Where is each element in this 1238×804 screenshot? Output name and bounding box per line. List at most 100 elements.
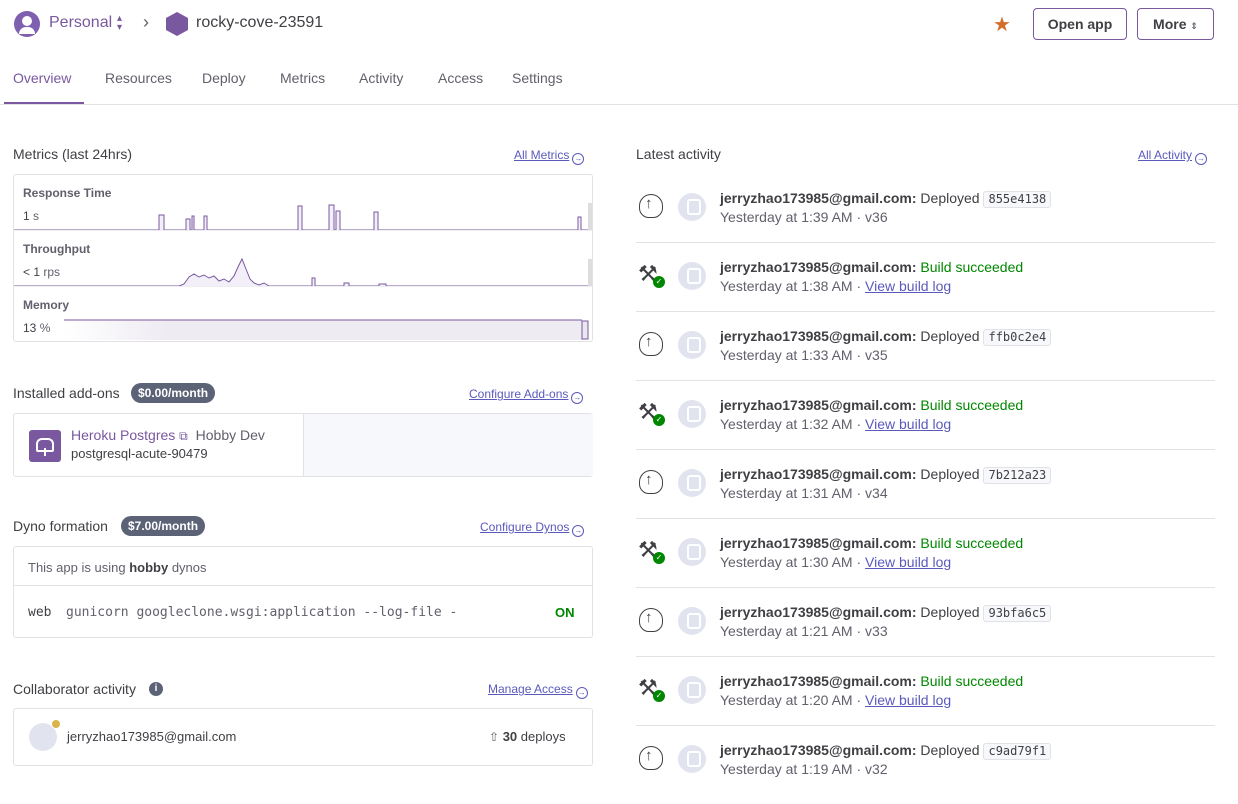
addons-price-badge: $0.00/month: [131, 383, 216, 403]
activity-user: jerryzhao173985@gmail.com:: [720, 673, 917, 689]
nav-tabs: Overview Resources Deploy Metrics Activi…: [0, 55, 1238, 105]
throughput-label: Throughput: [23, 242, 91, 256]
activity-time: Yesterday at 1:20 AM: [720, 692, 853, 708]
active-tab-indicator: [4, 102, 84, 104]
activity-time: Yesterday at 1:32 AM: [720, 416, 853, 432]
tab-settings[interactable]: Settings: [512, 70, 563, 86]
chevron-right-icon: ›: [143, 12, 149, 32]
addon-resource-name: postgresql-acute-90479: [71, 446, 208, 461]
activity-action: Deployed: [920, 604, 980, 620]
info-icon[interactable]: i: [149, 682, 163, 696]
activity-action: Deployed: [920, 742, 980, 758]
arrow-circle-right-icon: →: [1195, 153, 1208, 165]
collaborators-title: Collaborator activity: [13, 681, 136, 697]
activity-item: ⚒ ✓ jerryzhao173985@gmail.com: Build succe…: [636, 381, 1215, 450]
more-button[interactable]: More ⇕: [1137, 8, 1214, 40]
activity-time: Yesterday at 1:30 AM: [720, 554, 853, 570]
activity-time: Yesterday at 1:38 AM: [720, 278, 853, 294]
user-avatar: [678, 538, 706, 566]
activity-title: Latest activity: [636, 146, 721, 162]
activity-time: Yesterday at 1:39 AM: [720, 209, 853, 225]
commit-sha: 855e4138: [983, 191, 1052, 208]
deploy-icon: [636, 606, 664, 634]
activity-time: Yesterday at 1:19 AM: [720, 761, 853, 777]
star-icon[interactable]: ★: [993, 12, 1011, 37]
tab-metrics[interactable]: Metrics: [280, 70, 325, 86]
configure-addons-link[interactable]: Configure Add-ons →: [469, 387, 584, 404]
release-version: v35: [865, 347, 888, 363]
activity-item: jerryzhao173985@gmail.com: Deployed ffb0…: [636, 312, 1215, 381]
deploy-icon: [636, 330, 664, 358]
activity-item: jerryzhao173985@gmail.com: Deployed 93bf…: [636, 588, 1215, 657]
activity-user: jerryzhao173985@gmail.com:: [720, 535, 917, 551]
hammer-icon: ⚒ ✓: [636, 399, 665, 427]
view-build-log-link[interactable]: View build log: [865, 554, 951, 570]
external-link-icon[interactable]: ⧉: [179, 429, 188, 443]
postgres-icon: [29, 430, 61, 462]
dynos-title: Dyno formation: [13, 518, 108, 534]
activity-user: jerryzhao173985@gmail.com:: [720, 604, 917, 620]
commit-sha: 93bfa6c5: [983, 605, 1052, 622]
commit-sha: c9ad79f1: [983, 743, 1052, 760]
app-hexagon-icon: [166, 12, 188, 36]
activity-item: jerryzhao173985@gmail.com: Deployed c9ad…: [636, 726, 1215, 795]
throughput-sparkline: [14, 257, 592, 287]
addon-name-link[interactable]: Heroku Postgres: [71, 427, 175, 443]
activity-item: jerryzhao173985@gmail.com: Deployed 855e…: [636, 174, 1215, 243]
arrow-circle-right-icon: →: [572, 153, 585, 165]
view-build-log-link[interactable]: View build log: [865, 416, 951, 432]
hammer-icon: ⚒ ✓: [636, 261, 665, 289]
user-avatar: [678, 193, 706, 221]
deploy-icon: [636, 192, 664, 220]
release-version: v32: [865, 761, 888, 777]
view-build-log-link[interactable]: View build log: [865, 692, 951, 708]
process-command: gunicorn googleclone.wsgi:application --…: [66, 605, 458, 620]
metrics-title: Metrics (last 24hrs): [13, 146, 133, 162]
release-version: v36: [865, 209, 888, 225]
activity-user: jerryzhao173985@gmail.com:: [720, 742, 917, 758]
team-switcher[interactable]: Personal: [49, 14, 112, 32]
arrow-circle-right-icon: →: [575, 687, 588, 699]
release-version: v33: [865, 623, 888, 639]
memory-sparkline: [64, 319, 589, 340]
activity-item: ⚒ ✓ jerryzhao173985@gmail.com: Build succe…: [636, 657, 1215, 726]
check-icon: ✓: [653, 552, 665, 564]
configure-dynos-link[interactable]: Configure Dynos →: [480, 520, 585, 537]
chevron-updown-icon[interactable]: ▴ ▾: [117, 14, 122, 33]
memory-label: Memory: [23, 298, 70, 312]
activity-action: Deployed: [920, 466, 980, 482]
team-avatar-icon[interactable]: [14, 11, 40, 37]
release-version: v34: [865, 485, 888, 501]
activity-user: jerryzhao173985@gmail.com:: [720, 259, 917, 275]
activity-action: Build succeeded: [920, 673, 1024, 689]
manage-access-link[interactable]: Manage Access →: [488, 682, 588, 699]
activity-user: jerryzhao173985@gmail.com:: [720, 190, 917, 206]
open-app-button[interactable]: Open app: [1033, 8, 1127, 40]
check-icon: ✓: [653, 414, 665, 426]
dynos-price-badge: $7.00/month: [121, 516, 206, 536]
view-build-log-link[interactable]: View build log: [865, 278, 951, 294]
tab-access[interactable]: Access: [438, 70, 483, 86]
activity-item: ⚒ ✓ jerryzhao173985@gmail.com: Build succe…: [636, 243, 1215, 312]
activity-item: ⚒ ✓ jerryzhao173985@gmail.com: Build succe…: [636, 519, 1215, 588]
deploy-icon: ⇧: [489, 730, 500, 744]
tab-activity[interactable]: Activity: [359, 70, 403, 86]
collaborator-email: jerryzhao173985@gmail.com: [67, 729, 237, 744]
activity-action: Build succeeded: [920, 397, 1024, 413]
deploy-icon: [636, 468, 664, 496]
all-metrics-link[interactable]: All Metrics →: [514, 148, 585, 165]
tab-resources[interactable]: Resources: [105, 70, 172, 86]
all-activity-link[interactable]: All Activity →: [1138, 148, 1208, 165]
metrics-panel[interactable]: Response Time 1 s Throughput < 1 rps Mem…: [13, 174, 593, 342]
user-avatar: [678, 331, 706, 359]
deploy-count: ⇧ 30 deploys: [489, 729, 566, 744]
user-avatar: [678, 745, 706, 773]
tab-overview[interactable]: Overview: [13, 70, 71, 86]
tab-deploy[interactable]: Deploy: [202, 70, 246, 86]
activity-user: jerryzhao173985@gmail.com:: [720, 466, 917, 482]
process-state-toggle[interactable]: ON: [555, 605, 575, 620]
memory-value: 13 %: [23, 321, 51, 335]
app-name[interactable]: rocky-cove-23591: [196, 14, 323, 32]
activity-action: Build succeeded: [920, 535, 1024, 551]
response-time-label: Response Time: [23, 186, 112, 200]
